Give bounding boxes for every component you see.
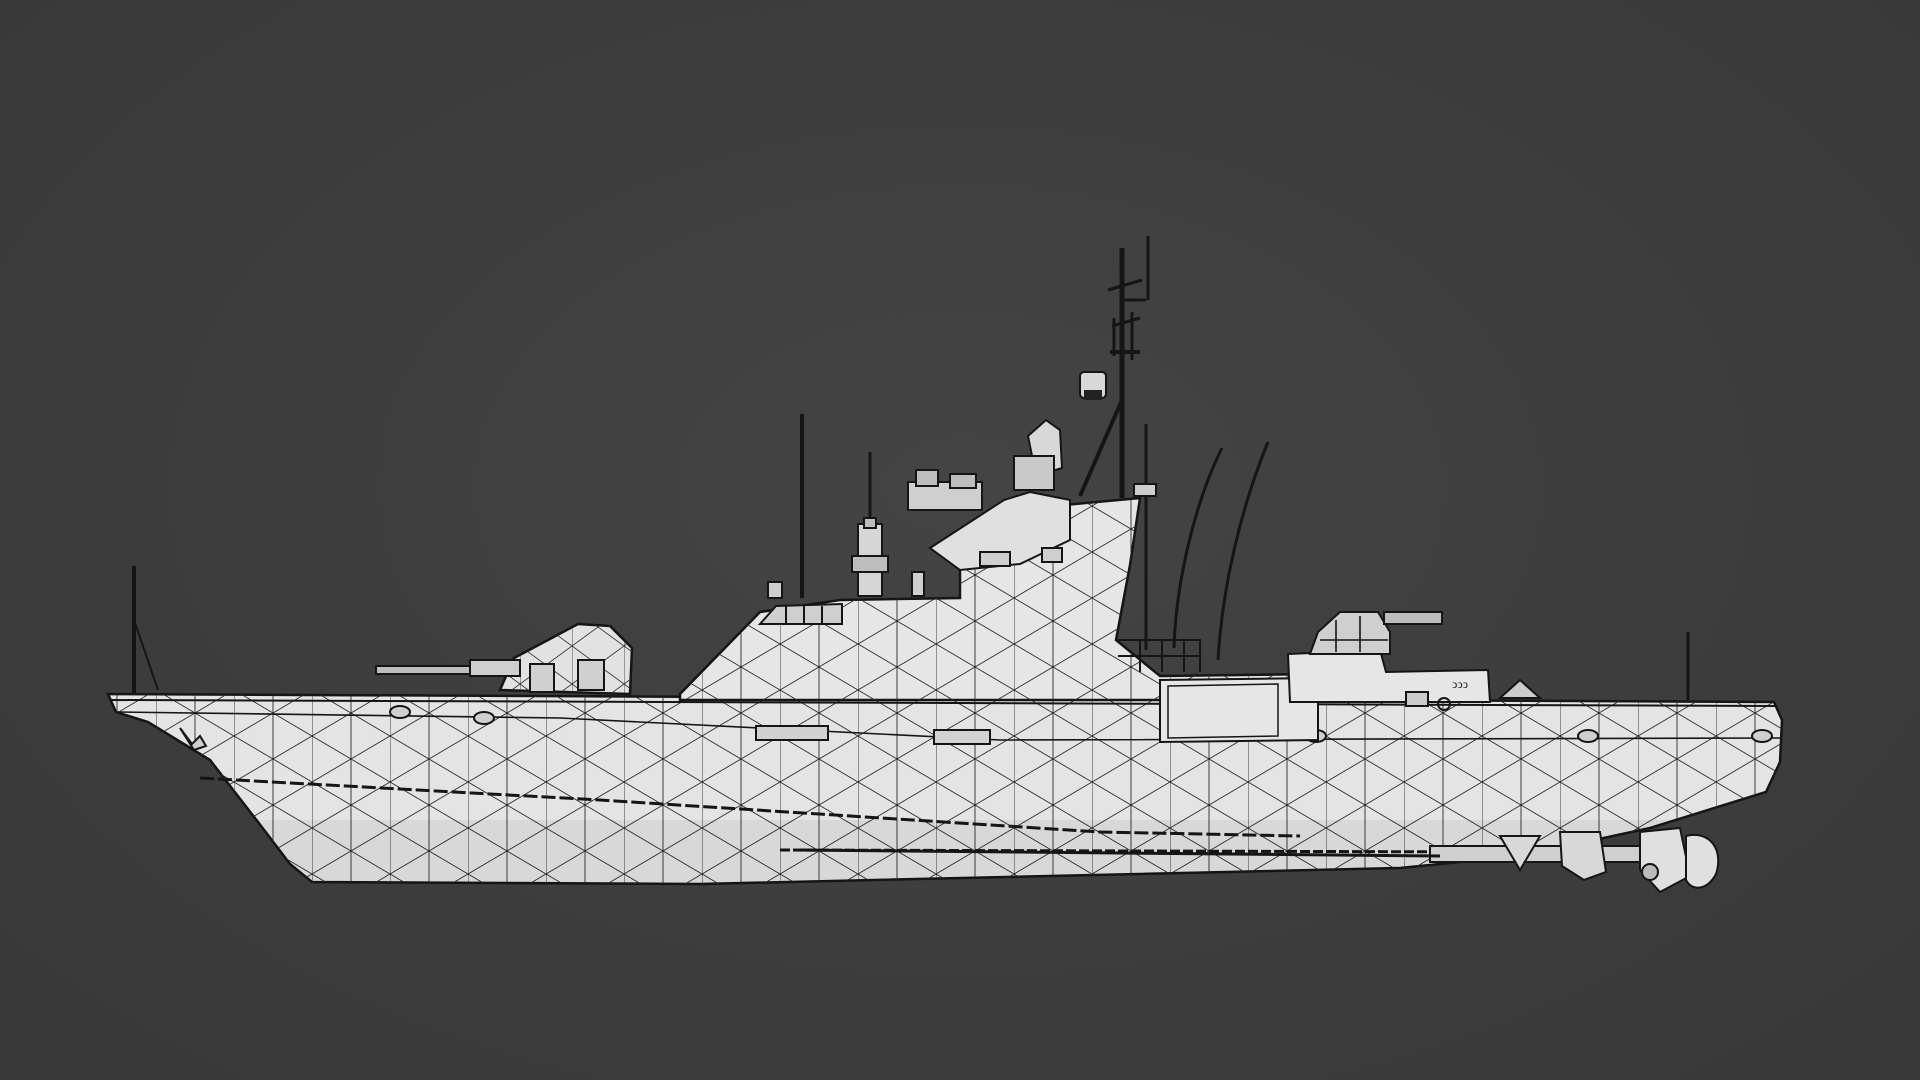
3d-viewport[interactable]: ↄↄↄ	[0, 0, 1920, 1080]
svg-text:ↄↄↄ: ↄↄↄ	[1452, 677, 1468, 691]
bridge-windows	[757, 602, 843, 625]
rudder	[1639, 826, 1692, 894]
hull	[106, 692, 1784, 886]
hull-marking: ↄↄↄ	[1452, 677, 1468, 691]
bow-gun	[375, 622, 634, 696]
propeller-icon	[1685, 833, 1720, 889]
ship-model-render[interactable]: ↄↄↄ	[0, 0, 1920, 1080]
curved-antenna-1	[1172, 447, 1224, 649]
aft-gun-mount	[1308, 611, 1391, 655]
curved-antenna-2	[1216, 441, 1270, 661]
